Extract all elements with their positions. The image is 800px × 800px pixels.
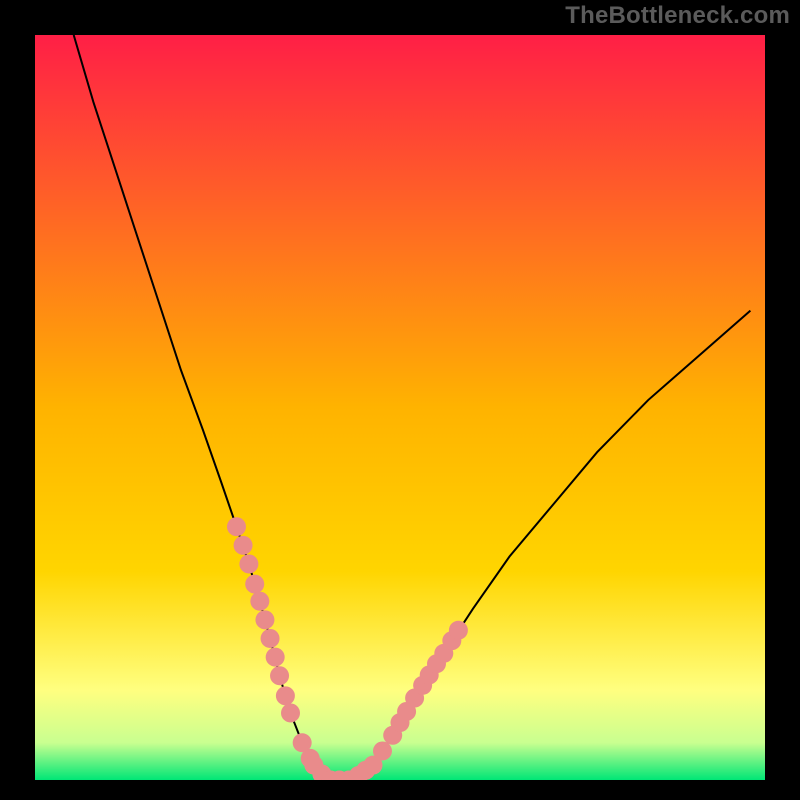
marker-point [239, 554, 258, 573]
marker-point [449, 621, 468, 640]
marker-point [276, 686, 295, 705]
bottleneck-chart [0, 0, 800, 800]
marker-point [227, 517, 246, 536]
marker-point [261, 629, 280, 648]
marker-point [250, 592, 269, 611]
marker-point [373, 741, 392, 760]
marker-point [245, 575, 264, 594]
marker-point [270, 666, 289, 685]
marker-point [234, 536, 253, 555]
watermark-label: TheBottleneck.com [565, 2, 790, 30]
marker-point [266, 648, 285, 667]
chart-stage: TheBottleneck.com [0, 0, 800, 800]
plot-background [35, 35, 765, 780]
marker-point [255, 610, 274, 629]
marker-point [281, 703, 300, 722]
